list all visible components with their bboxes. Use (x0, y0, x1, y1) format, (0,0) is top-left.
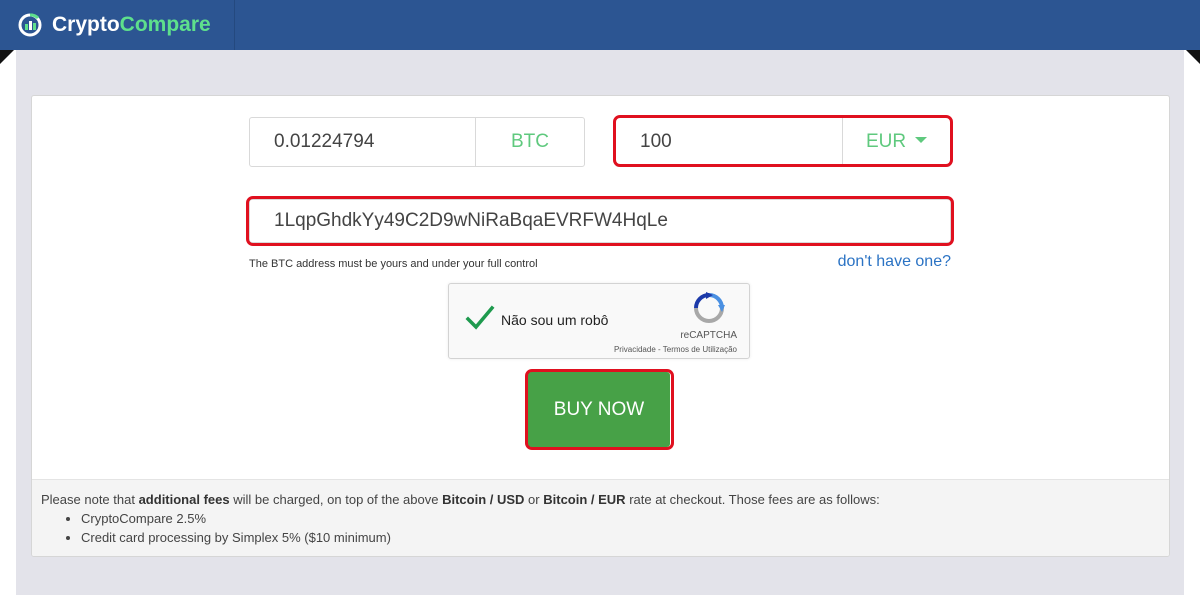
dont-have-address-link[interactable]: don't have one? (760, 252, 951, 272)
fiat-currency-label: EUR (865, 131, 907, 152)
checkmark-icon[interactable] (463, 303, 497, 333)
crypto-unit-label: BTC (475, 118, 584, 166)
fees-note: Please note that additional fees will be… (32, 479, 1169, 556)
fiat-currency-select[interactable]: EUR (842, 118, 950, 166)
corner-right-decoration (1186, 50, 1200, 64)
logo[interactable]: CryptoCompare (0, 0, 235, 50)
recaptcha-terms-link[interactable]: Termos de Utilização (663, 345, 737, 354)
recaptcha-brand: reCAPTCHA (680, 330, 737, 341)
fees-list: CryptoCompare 2.5% Credit card processin… (81, 509, 1169, 547)
btc-address-input[interactable]: 1LqpGhdkYy49C2D9wNiRaBqaEVRFW4HqLe (249, 199, 951, 243)
fee-item-cryptocompare: CryptoCompare 2.5% (81, 509, 1169, 528)
fee-item-simplex: Credit card processing by Simplex 5% ($1… (81, 528, 1169, 547)
logo-text-compare: Compare (119, 13, 211, 36)
logo-text: CryptoCompare (52, 12, 211, 38)
buy-now-button[interactable]: BUY NOW (528, 372, 670, 447)
recaptcha-logo-icon (694, 292, 725, 323)
cryptocompare-logo-icon (18, 13, 42, 37)
caret-down-icon (915, 137, 928, 144)
fiat-amount-input[interactable]: 100 (616, 118, 842, 166)
top-navbar: CryptoCompare (0, 0, 1200, 50)
recaptcha-links-separator: - (655, 345, 663, 354)
logo-text-crypto: Crypto (52, 13, 120, 36)
recaptcha-privacy-link[interactable]: Privacidade (614, 345, 656, 354)
address-note: The BTC address must be yours and under … (249, 258, 538, 270)
recaptcha-label: Não sou um robô (501, 312, 609, 328)
recaptcha-links: Privacidade - Termos de Utilização (614, 345, 737, 355)
fiat-amount-group: 100 EUR (615, 117, 951, 167)
recaptcha-widget: Não sou um robô reCAPTCHA Privacidade - … (448, 283, 750, 359)
corner-left-decoration (0, 50, 14, 64)
crypto-amount-input[interactable]: 0.01224794 (250, 118, 475, 166)
crypto-amount-group: 0.01224794 BTC (249, 117, 585, 167)
fees-intro: Please note that additional fees will be… (41, 492, 880, 507)
